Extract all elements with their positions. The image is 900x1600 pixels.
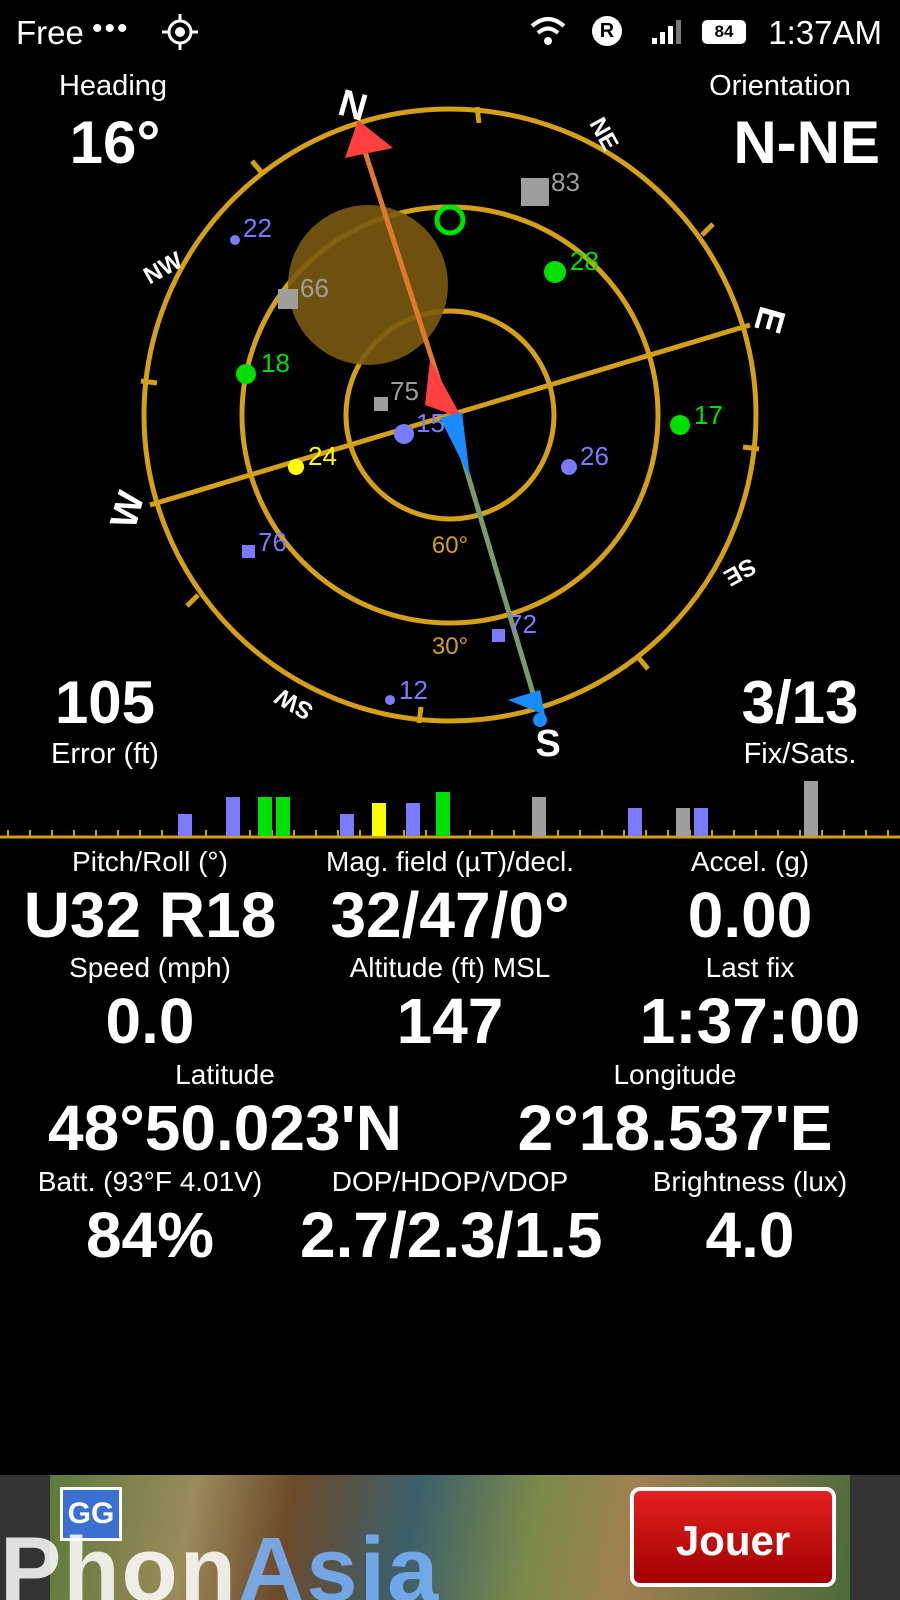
roaming-icon: R bbox=[592, 16, 622, 46]
satellite-12-label: 12 bbox=[399, 675, 428, 705]
signal-bar bbox=[436, 792, 450, 836]
satellite-72 bbox=[492, 629, 505, 642]
signal-bar bbox=[226, 797, 240, 836]
latitude-label: Latitude bbox=[175, 1059, 275, 1090]
clock: 1:37AM bbox=[768, 14, 882, 51]
longitude-readout: Longitude 2°18.537'E bbox=[450, 1058, 900, 1164]
signal-bar bbox=[372, 803, 386, 836]
satellite-72-label: 72 bbox=[508, 609, 537, 639]
signal-bar bbox=[406, 803, 420, 836]
battery-label: Batt. (93°F 4.01V) bbox=[37, 1166, 263, 1197]
signal-bar bbox=[276, 797, 290, 836]
satellite-26-label: 26 bbox=[580, 441, 609, 471]
signal-bar bbox=[340, 814, 354, 836]
brightness-label: Brightness (lux) bbox=[652, 1166, 848, 1197]
elevation-30-label: 30° bbox=[432, 633, 468, 660]
accel-label: Accel. (g) bbox=[690, 846, 810, 877]
ad-play-button[interactable]: Jouer bbox=[630, 1487, 836, 1587]
dir-ne: NE bbox=[584, 113, 624, 155]
status-bar: Free ••• R 84 1:37AM bbox=[0, 0, 900, 66]
dop-label: DOP/HDOP/VDOP bbox=[331, 1166, 569, 1197]
accel-readout: Accel. (g) 0.00 bbox=[600, 845, 900, 951]
dir-s: S bbox=[535, 723, 560, 765]
satellite-76 bbox=[242, 545, 255, 558]
battery-value: 84% bbox=[85, 1199, 215, 1271]
signal-bar bbox=[628, 808, 642, 836]
pitch-roll-label: Pitch/Roll (°) bbox=[72, 846, 228, 877]
longitude-label: Longitude bbox=[613, 1059, 737, 1090]
signal-bar bbox=[694, 808, 708, 836]
altitude-label: Altitude (ft) MSL bbox=[349, 952, 551, 983]
signal-bar bbox=[532, 797, 546, 836]
sky-plot: N NE E SE S SW W NW 60° 30° 83 22 28 66 … bbox=[103, 82, 793, 765]
more-notifications-icon: ••• bbox=[92, 12, 130, 45]
speed-label: Speed (mph) bbox=[69, 952, 231, 983]
brightness-readout: Brightness (lux) 4.0 bbox=[600, 1165, 900, 1271]
dir-w: W bbox=[103, 487, 153, 533]
wifi-icon bbox=[530, 17, 566, 45]
satellite-75 bbox=[374, 397, 388, 411]
satellite-83 bbox=[521, 178, 549, 206]
mag-field-value: 32/47/0° bbox=[330, 879, 570, 951]
latitude-readout: Latitude 48°50.023'N bbox=[0, 1058, 450, 1164]
satellite-22 bbox=[230, 235, 240, 245]
satellite-24 bbox=[288, 459, 304, 475]
signal-bar bbox=[676, 808, 690, 836]
signal-bars bbox=[178, 781, 818, 836]
longitude-value: 2°18.537'E bbox=[517, 1092, 833, 1164]
signal-bar bbox=[178, 814, 192, 836]
signal-strength-chart bbox=[0, 770, 900, 840]
gps-icon bbox=[162, 14, 198, 50]
altitude-value: 147 bbox=[396, 985, 504, 1057]
last-fix-label: Last fix bbox=[705, 952, 795, 983]
satellite-75-label: 75 bbox=[390, 376, 419, 406]
ad-brand-part1: Phon bbox=[0, 1519, 238, 1600]
satellite-76-label: 76 bbox=[258, 527, 287, 557]
satellite-24-label: 24 bbox=[308, 441, 337, 471]
satellite-66 bbox=[278, 289, 298, 309]
signal-strength-svg bbox=[0, 781, 900, 839]
dir-nw: NW bbox=[139, 247, 187, 290]
battery-icon: 84 bbox=[702, 20, 746, 44]
satellite-17-label: 17 bbox=[694, 400, 723, 430]
ad-banner[interactable]: GG PhonAsia Jouer bbox=[0, 1475, 900, 1600]
altitude-readout: Altitude (ft) MSL 147 bbox=[300, 951, 600, 1057]
satellite-17 bbox=[670, 415, 690, 435]
satellite-18 bbox=[236, 364, 256, 384]
satellite-66-label: 66 bbox=[300, 273, 329, 303]
brightness-value: 4.0 bbox=[705, 1199, 795, 1271]
ad-brand-text: PhonAsia bbox=[0, 1524, 440, 1600]
battery-readout: Batt. (93°F 4.01V) 84% bbox=[0, 1165, 300, 1271]
satellite-12 bbox=[385, 695, 395, 705]
last-fix-value: 1:37:00 bbox=[639, 985, 861, 1057]
signal-bar bbox=[258, 797, 272, 836]
mag-field-label: Mag. field (µT)/decl. bbox=[326, 846, 574, 877]
latitude-value: 48°50.023'N bbox=[48, 1092, 402, 1164]
satellite-28 bbox=[544, 261, 566, 283]
speed-value: 0.0 bbox=[105, 985, 195, 1057]
last-fix-readout: Last fix 1:37:00 bbox=[600, 951, 900, 1057]
carrier-name: Free bbox=[16, 14, 84, 51]
speed-readout: Speed (mph) 0.0 bbox=[0, 951, 300, 1057]
mag-field-readout: Mag. field (µT)/decl. 32/47/0° bbox=[300, 845, 600, 951]
satellite-26 bbox=[561, 459, 577, 475]
ad-brand-part2: Asia bbox=[237, 1519, 441, 1600]
satellite-83-label: 83 bbox=[551, 167, 580, 197]
elevation-60-label: 60° bbox=[432, 532, 468, 559]
dop-value: 2.7/2.3/1.5 bbox=[300, 1199, 603, 1271]
signal-bar bbox=[804, 781, 818, 836]
satellite-15-label: 15 bbox=[416, 408, 445, 438]
satellite-18-label: 18 bbox=[261, 348, 290, 378]
pitch-roll-value: U32 R18 bbox=[23, 879, 277, 951]
dir-e: E bbox=[745, 302, 792, 338]
signal-icon bbox=[652, 20, 681, 44]
dop-readout: DOP/HDOP/VDOP 2.7/2.3/1.5 bbox=[300, 1165, 603, 1271]
satellite-22-label: 22 bbox=[243, 213, 272, 243]
satellite-15 bbox=[394, 424, 414, 444]
moon-marker bbox=[434, 204, 466, 236]
dir-se: SE bbox=[719, 552, 760, 591]
pitch-roll-readout: Pitch/Roll (°) U32 R18 bbox=[0, 845, 300, 951]
satellite-28-label: 28 bbox=[570, 246, 599, 276]
accel-value: 0.00 bbox=[687, 879, 813, 951]
